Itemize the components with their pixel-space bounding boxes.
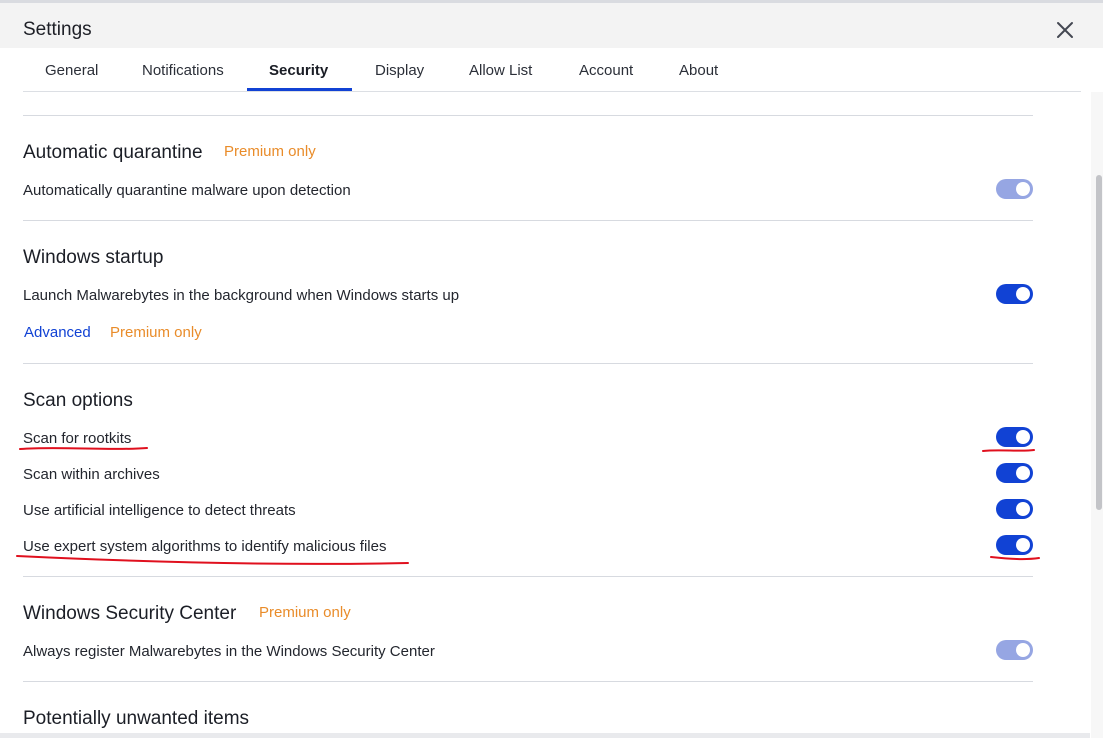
option-label-ai-detection: Use artificial intelligence to detect th…: [23, 502, 296, 519]
option-label-register-security-center: Always register Malwarebytes in the Wind…: [23, 643, 435, 660]
scrollbar-thumb[interactable]: [1096, 175, 1102, 510]
section-heading-windows-startup: Windows startup: [23, 247, 164, 268]
section-heading-windows-security-center: Windows Security Center: [23, 603, 237, 624]
premium-badge: Premium only: [110, 324, 202, 341]
premium-badge: Premium only: [259, 604, 351, 621]
section-divider: [23, 363, 1033, 364]
title-bar: Settings: [0, 3, 1103, 48]
tab-display[interactable]: Display: [375, 62, 424, 79]
close-icon[interactable]: [1054, 19, 1076, 41]
tab-bar: General Notifications Security Display A…: [0, 48, 1103, 92]
toggle-knob: [1016, 182, 1030, 196]
option-label-scan-rootkits: Scan for rootkits: [23, 430, 132, 447]
section-heading-scan-options: Scan options: [23, 390, 133, 411]
section-divider: [23, 115, 1033, 116]
option-label-scan-archives: Scan within archives: [23, 466, 160, 483]
toggle-knob: [1016, 287, 1030, 301]
tab-about[interactable]: About: [679, 62, 718, 79]
settings-content: Automatic quarantine Premium only Automa…: [0, 92, 1090, 738]
toggle-scan-rootkits[interactable]: [996, 427, 1033, 447]
tab-general[interactable]: General: [45, 62, 98, 79]
toggle-scan-archives[interactable]: [996, 463, 1033, 483]
tab-notifications[interactable]: Notifications: [142, 62, 224, 79]
section-divider: [23, 576, 1033, 577]
option-label-auto-quarantine: Automatically quarantine malware upon de…: [23, 182, 351, 199]
toggle-knob: [1016, 643, 1030, 657]
tab-security[interactable]: Security: [269, 62, 328, 79]
window-bottom-border: [0, 733, 1090, 738]
toggle-register-security-center[interactable]: [996, 640, 1033, 660]
section-heading-potentially-unwanted-items: Potentially unwanted items: [23, 708, 250, 729]
option-label-launch-in-background: Launch Malwarebytes in the background wh…: [23, 287, 460, 304]
toggle-auto-quarantine[interactable]: [996, 179, 1033, 199]
tab-account[interactable]: Account: [579, 62, 633, 79]
toggle-ai-detection[interactable]: [996, 499, 1033, 519]
toggle-expert-system[interactable]: [996, 535, 1033, 555]
toggle-knob: [1016, 502, 1030, 516]
section-heading-automatic-quarantine: Automatic quarantine: [23, 142, 203, 163]
toggle-knob: [1016, 430, 1030, 444]
toggle-knob: [1016, 466, 1030, 480]
section-divider: [23, 681, 1033, 682]
option-label-expert-system: Use expert system algorithms to identify…: [23, 538, 387, 555]
toggle-launch-in-background[interactable]: [996, 284, 1033, 304]
section-divider: [23, 220, 1033, 221]
tab-allow-list[interactable]: Allow List: [469, 62, 532, 79]
window-title: Settings: [23, 19, 92, 40]
advanced-link[interactable]: Advanced: [24, 324, 91, 341]
toggle-knob: [1016, 538, 1030, 552]
premium-badge: Premium only: [224, 143, 316, 160]
